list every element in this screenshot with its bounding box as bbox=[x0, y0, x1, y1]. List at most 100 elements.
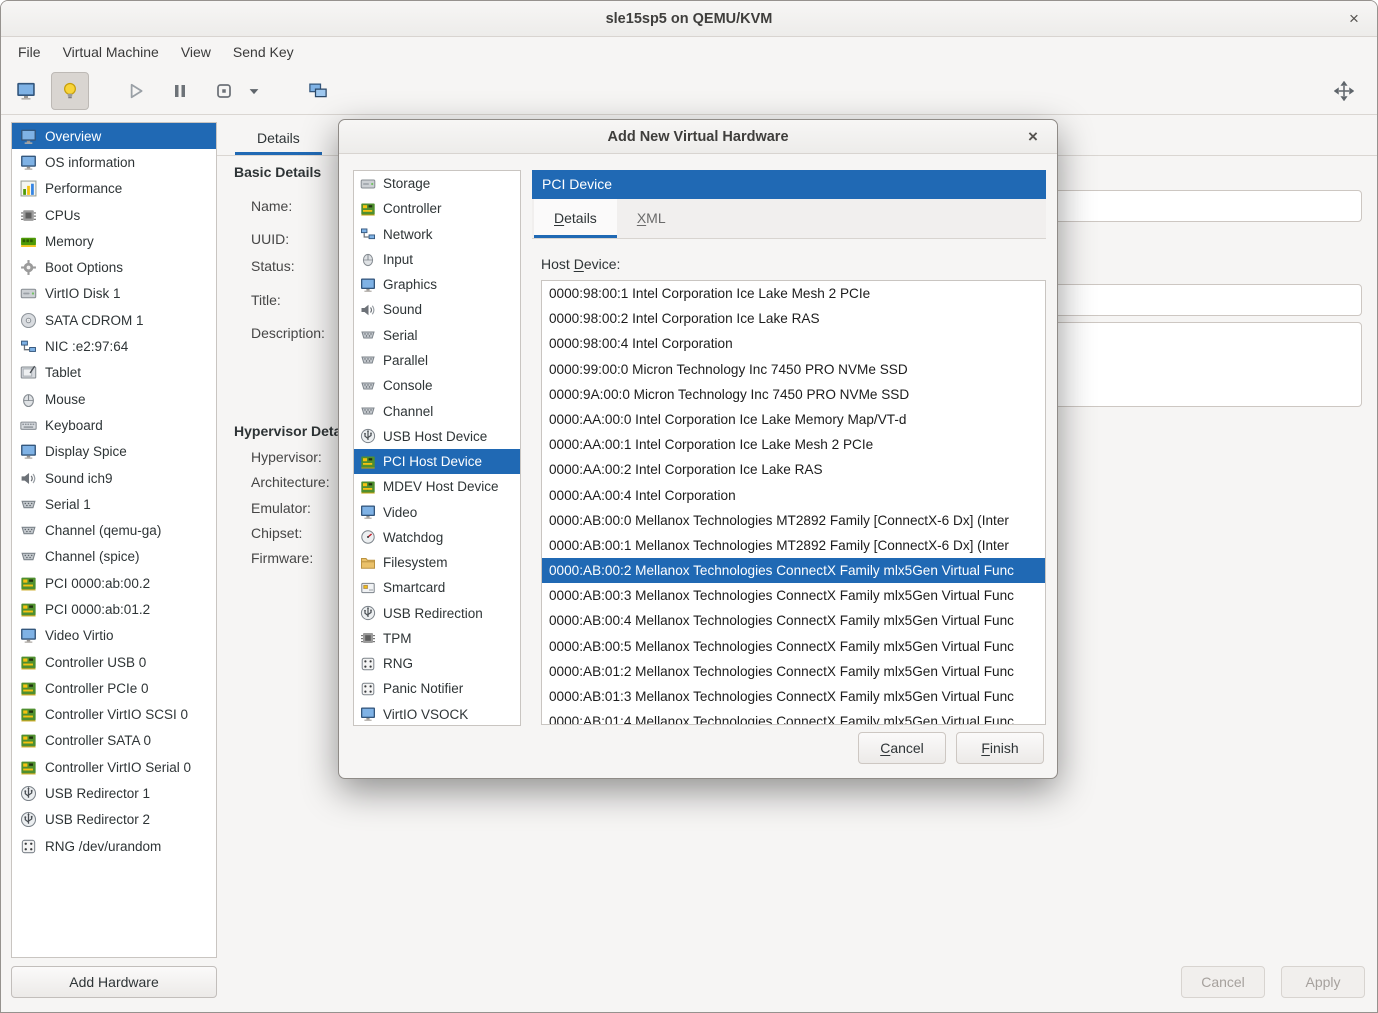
add-hardware-button[interactable]: Add Hardware bbox=[11, 966, 217, 998]
hardware-type-tpm[interactable]: TPM bbox=[354, 626, 520, 651]
hardware-type-graphics[interactable]: Graphics bbox=[354, 272, 520, 297]
hardware-type-virtio-vsock[interactable]: VirtIO VSOCK bbox=[354, 702, 520, 726]
hardware-type-mdev-host-device[interactable]: MDEV Host Device bbox=[354, 474, 520, 499]
sidebar-item-serial-1[interactable]: Serial 1 bbox=[12, 491, 216, 517]
chip-icon bbox=[20, 207, 37, 224]
sidebar-item-sound-ich9[interactable]: Sound ich9 bbox=[12, 465, 216, 491]
mouse-icon bbox=[20, 391, 37, 408]
device-row-10[interactable]: 0000:AB:00:1 Mellanox Technologies MT289… bbox=[542, 533, 1045, 558]
host-device-list: 0000:98:00:1 Intel Corporation Ice Lake … bbox=[541, 280, 1046, 725]
dialog-cancel-button[interactable]: Cancel bbox=[858, 732, 946, 764]
dialog-tab-xml[interactable]: XML bbox=[617, 199, 686, 238]
hardware-type-filesystem[interactable]: Filesystem bbox=[354, 550, 520, 575]
speaker-icon bbox=[360, 302, 376, 318]
sidebar-item-cpus[interactable]: CPUs bbox=[12, 202, 216, 228]
sidebar-item-performance[interactable]: Performance bbox=[12, 176, 216, 202]
label: Controller VirtIO SCSI 0 bbox=[45, 707, 188, 722]
dice-icon bbox=[20, 838, 37, 855]
hardware-type-smartcard[interactable]: Smartcard bbox=[354, 575, 520, 600]
dialog-close-icon[interactable]: × bbox=[1022, 126, 1044, 148]
hardware-type-storage[interactable]: Storage bbox=[354, 171, 520, 196]
hardware-type-network[interactable]: Network bbox=[354, 222, 520, 247]
hardware-type-serial[interactable]: Serial bbox=[354, 323, 520, 348]
sidebar-item-nic-e2-97-64[interactable]: NIC :e2:97:64 bbox=[12, 333, 216, 359]
label: Sound bbox=[383, 302, 422, 317]
sidebar-item-video-virtio[interactable]: Video Virtio bbox=[12, 623, 216, 649]
device-row-15[interactable]: 0000:AB:01:2 Mellanox Technologies Conne… bbox=[542, 659, 1045, 684]
usb-icon bbox=[20, 785, 37, 802]
label: Video Virtio bbox=[45, 628, 114, 643]
hardware-type-sound[interactable]: Sound bbox=[354, 297, 520, 322]
sidebar-item-overview[interactable]: Overview bbox=[12, 123, 216, 149]
dialog-title: Add New Virtual Hardware bbox=[607, 129, 788, 145]
sidebar-item-channel-spice[interactable]: Channel (spice) bbox=[12, 544, 216, 570]
device-row-14[interactable]: 0000:AB:00:5 Mellanox Technologies Conne… bbox=[542, 634, 1045, 659]
sidebar-item-controller-usb-0[interactable]: Controller USB 0 bbox=[12, 649, 216, 675]
label: Memory bbox=[45, 234, 94, 249]
device-row-5[interactable]: 0000:AA:00:0 Intel Corporation Ice Lake … bbox=[542, 407, 1045, 432]
board-icon bbox=[20, 575, 37, 592]
device-row-7[interactable]: 0000:AA:00:2 Intel Corporation Ice Lake … bbox=[542, 457, 1045, 482]
hypervisor-label-firmware: Firmware: bbox=[251, 550, 313, 566]
device-row-17[interactable]: 0000:AB:01:4 Mellanox Technologies Conne… bbox=[542, 709, 1045, 725]
label: SATA CDROM 1 bbox=[45, 313, 144, 328]
sidebar-item-virtio-disk-1[interactable]: VirtIO Disk 1 bbox=[12, 281, 216, 307]
device-row-9[interactable]: 0000:AB:00:0 Mellanox Technologies MT289… bbox=[542, 508, 1045, 533]
device-row-16[interactable]: 0000:AB:01:3 Mellanox Technologies Conne… bbox=[542, 684, 1045, 709]
label: Watchdog bbox=[383, 530, 443, 545]
hardware-type-input[interactable]: Input bbox=[354, 247, 520, 272]
sidebar-item-display-spice[interactable]: Display Spice bbox=[12, 439, 216, 465]
sidebar-item-pci-0000-ab-00-2[interactable]: PCI 0000:ab:00.2 bbox=[12, 570, 216, 596]
tablet-icon bbox=[20, 364, 37, 381]
device-row-6[interactable]: 0000:AA:00:1 Intel Corporation Ice Lake … bbox=[542, 432, 1045, 457]
hypervisor-label-hypervisor: Hypervisor: bbox=[251, 449, 322, 465]
device-row-1[interactable]: 0000:98:00:2 Intel Corporation Ice Lake … bbox=[542, 306, 1045, 331]
sidebar-item-sata-cdrom-1[interactable]: SATA CDROM 1 bbox=[12, 307, 216, 333]
dialog-tab-details[interactable]: Details bbox=[534, 199, 617, 238]
sidebar-item-controller-pcie-0[interactable]: Controller PCIe 0 bbox=[12, 675, 216, 701]
device-row-4[interactable]: 0000:9A:00:0 Micron Technology Inc 7450 … bbox=[542, 382, 1045, 407]
details-tab-details[interactable]: Details bbox=[235, 121, 322, 155]
hardware-type-usb-host-device[interactable]: USB Host Device bbox=[354, 424, 520, 449]
monitor-icon bbox=[360, 277, 376, 293]
hardware-type-parallel[interactable]: Parallel bbox=[354, 348, 520, 373]
hardware-type-pci-host-device[interactable]: PCI Host Device bbox=[354, 449, 520, 474]
device-row-0[interactable]: 0000:98:00:1 Intel Corporation Ice Lake … bbox=[542, 281, 1045, 306]
label: Console bbox=[383, 378, 433, 393]
hardware-type-panic-notifier[interactable]: Panic Notifier bbox=[354, 676, 520, 701]
sidebar-item-controller-virtio-serial-0[interactable]: Controller VirtIO Serial 0 bbox=[12, 754, 216, 780]
sidebar-item-memory[interactable]: Memory bbox=[12, 228, 216, 254]
sidebar-item-channel-qemu-ga[interactable]: Channel (qemu-ga) bbox=[12, 517, 216, 543]
details-cancel-button: Cancel bbox=[1181, 966, 1265, 998]
board-icon bbox=[20, 732, 37, 749]
sidebar-item-pci-0000-ab-01-2[interactable]: PCI 0000:ab:01.2 bbox=[12, 596, 216, 622]
sidebar-item-keyboard[interactable]: Keyboard bbox=[12, 412, 216, 438]
hardware-type-usb-redirection[interactable]: USB Redirection bbox=[354, 601, 520, 626]
device-row-3[interactable]: 0000:99:00:0 Micron Technology Inc 7450 … bbox=[542, 357, 1045, 382]
sidebar-item-boot-options[interactable]: Boot Options bbox=[12, 254, 216, 280]
sidebar-item-rng-dev-urandom[interactable]: RNG /dev/urandom bbox=[12, 833, 216, 859]
sidebar-item-controller-sata-0[interactable]: Controller SATA 0 bbox=[12, 728, 216, 754]
dialog-finish-button[interactable]: Finish bbox=[956, 732, 1044, 764]
device-row-13[interactable]: 0000:AB:00:4 Mellanox Technologies Conne… bbox=[542, 608, 1045, 633]
device-row-11[interactable]: 0000:AB:00:2 Mellanox Technologies Conne… bbox=[542, 558, 1045, 583]
label: Controller SATA 0 bbox=[45, 733, 151, 748]
sidebar-item-usb-redirector-2[interactable]: USB Redirector 2 bbox=[12, 807, 216, 833]
device-row-2[interactable]: 0000:98:00:4 Intel Corporation bbox=[542, 331, 1045, 356]
hardware-type-channel[interactable]: Channel bbox=[354, 398, 520, 423]
hardware-type-controller[interactable]: Controller bbox=[354, 196, 520, 221]
hardware-type-console[interactable]: Console bbox=[354, 373, 520, 398]
sidebar-item-mouse[interactable]: Mouse bbox=[12, 386, 216, 412]
sidebar-item-os-information[interactable]: OS information bbox=[12, 149, 216, 175]
sidebar-item-tablet[interactable]: Tablet bbox=[12, 360, 216, 386]
device-row-12[interactable]: 0000:AB:00:3 Mellanox Technologies Conne… bbox=[542, 583, 1045, 608]
label: NIC :e2:97:64 bbox=[45, 339, 128, 354]
sidebar-item-usb-redirector-1[interactable]: USB Redirector 1 bbox=[12, 780, 216, 806]
hardware-type-rng[interactable]: RNG bbox=[354, 651, 520, 676]
sidebar-item-controller-virtio-scsi-0[interactable]: Controller VirtIO SCSI 0 bbox=[12, 702, 216, 728]
label: USB Redirection bbox=[383, 606, 483, 621]
hardware-type-watchdog[interactable]: Watchdog bbox=[354, 525, 520, 550]
device-row-8[interactable]: 0000:AA:00:4 Intel Corporation bbox=[542, 483, 1045, 508]
hardware-type-video[interactable]: Video bbox=[354, 499, 520, 524]
basic-label-status: Status: bbox=[251, 258, 295, 274]
